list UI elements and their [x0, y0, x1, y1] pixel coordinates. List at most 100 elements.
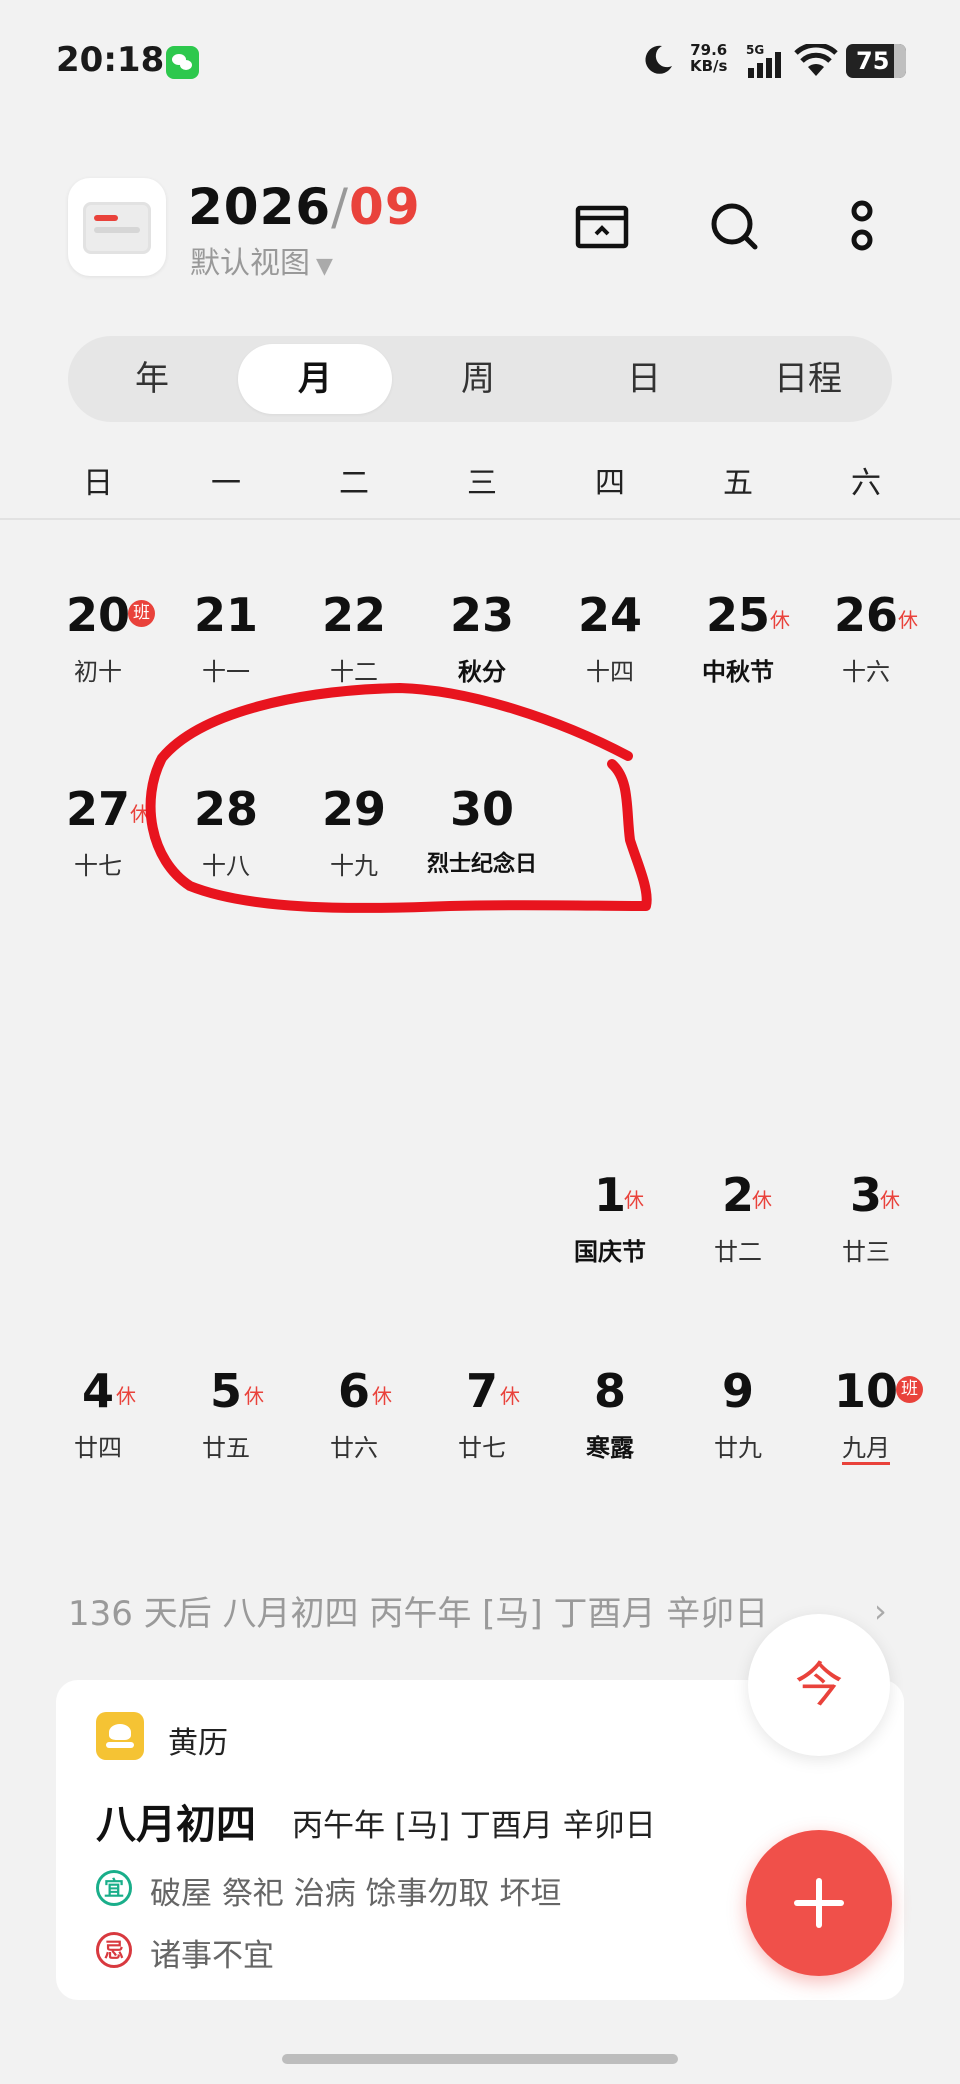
chevron-right-icon[interactable]: › [874, 1592, 887, 1630]
caret-down-icon: ▼ [316, 254, 333, 279]
holiday-badge: 休 [624, 1188, 644, 1212]
lunar-date: 寒露 [586, 1434, 634, 1462]
holiday-badge: 休 [372, 1384, 392, 1408]
lunar-date: 廿二 [714, 1238, 762, 1266]
net-speed-value: 79.6 [690, 41, 728, 59]
day-cell[interactable]: 22 十二 [290, 588, 418, 698]
lunar-date: 十七 [74, 852, 122, 880]
tab-day[interactable]: 日 [580, 344, 708, 414]
holiday-badge: 休 [898, 608, 918, 632]
almanac-ji-text: 诸事不宜 [150, 1938, 274, 1974]
day-cell[interactable]: 24 十四 [546, 588, 674, 698]
almanac-title: 黄历 [168, 1726, 228, 1761]
day-number: 28 [193, 782, 258, 836]
day-cell[interactable]: 21 十一 [162, 588, 290, 698]
day-number: 4 [81, 1364, 114, 1418]
weekday-header: 日 一 二 三 四 五 六 [34, 458, 930, 502]
holiday-badge: 休 [116, 1384, 136, 1408]
title-year: 2026 [188, 178, 332, 236]
day-cell[interactable]: 28 十八 [162, 782, 290, 892]
today-button[interactable]: 今 [748, 1614, 890, 1756]
day-cell[interactable]: 6 休 廿六 [290, 1364, 418, 1474]
lunar-date: 廿五 [202, 1434, 250, 1462]
lunar-date: 廿三 [842, 1238, 890, 1266]
add-event-button[interactable] [746, 1830, 892, 1976]
day-cell[interactable]: 7 休 廿七 [418, 1364, 546, 1474]
view-tabs: 年 月 周 日 日程 [68, 336, 892, 422]
net-speed-unit: KB/s [690, 57, 728, 75]
day-number: 23 [449, 588, 514, 642]
weekday-sun: 日 [83, 466, 113, 501]
holiday-badge: 休 [880, 1188, 900, 1212]
day-cell[interactable]: 3 休 廿三 [802, 1168, 930, 1278]
lunar-date: 初十 [74, 658, 122, 686]
lunar-date: 廿九 [714, 1434, 762, 1462]
inbox-icon[interactable] [572, 196, 632, 256]
lunar-date: 十一 [202, 658, 250, 686]
almanac-lunar-date: 八月初四 [96, 1802, 256, 1848]
wechat-icon [166, 46, 199, 79]
status-time: 20:18 [56, 40, 165, 80]
holiday-badge: 休 [752, 1188, 772, 1212]
countdown-info[interactable]: 136 天后 八月初四 丙午年 [马] 丁酉月 辛卯日 [68, 1586, 768, 1635]
day-cell[interactable]: 26 休 十六 [802, 588, 930, 698]
day-cell[interactable]: 20 班 初十 [34, 588, 162, 698]
day-cell[interactable]: 29 十九 [290, 782, 418, 892]
day-cell[interactable]: 9 廿九 [674, 1364, 802, 1474]
tab-month[interactable]: 月 [238, 344, 392, 414]
holiday-badge: 休 [244, 1384, 264, 1408]
page-title[interactable]: 2026/09 [188, 178, 421, 236]
day-number: 9 [721, 1364, 754, 1418]
net-speed: 79.6 KB/s [690, 42, 727, 74]
day-cell[interactable]: 5 休 廿五 [162, 1364, 290, 1474]
almanac-yi-text: 破屋 祭祀 治病 馀事勿取 坏垣 [150, 1876, 562, 1912]
header-divider [0, 518, 960, 520]
day-cell[interactable]: 30 烈士纪念日 [418, 782, 546, 892]
lunar-date: 廿六 [330, 1434, 378, 1462]
month-start-underline [842, 1462, 890, 1465]
more-options-icon[interactable] [832, 196, 892, 256]
title-month: 09 [349, 178, 421, 236]
battery-icon: 75 [846, 44, 906, 78]
app-logo[interactable] [68, 178, 166, 276]
view-selector[interactable]: 默认视图 ▼ [190, 238, 333, 282]
lunar-date: 廿七 [458, 1434, 506, 1462]
yi-icon: 宜 [96, 1870, 132, 1906]
home-indicator[interactable] [282, 2054, 678, 2064]
day-cell[interactable]: 2 休 廿二 [674, 1168, 802, 1278]
day-number: 24 [577, 588, 642, 642]
lunar-date: 九月 [842, 1434, 890, 1462]
search-icon[interactable] [704, 196, 764, 256]
day-number: 8 [593, 1364, 626, 1418]
day-cell[interactable]: 10 班 九月 [802, 1364, 930, 1474]
lunar-date: 十四 [586, 658, 634, 686]
day-number: 21 [193, 588, 258, 642]
wifi-icon [794, 44, 838, 76]
tab-week[interactable]: 周 [414, 344, 542, 414]
day-number: 22 [321, 588, 386, 642]
day-cell[interactable]: 1 休 国庆节 [546, 1168, 674, 1278]
day-number: 30 [449, 782, 514, 836]
lunar-date: 中秋节 [702, 658, 774, 686]
tab-schedule[interactable]: 日程 [744, 344, 872, 414]
day-number: 3 [849, 1168, 882, 1222]
day-cell[interactable]: 4 休 廿四 [34, 1364, 162, 1474]
ji-icon: 忌 [96, 1932, 132, 1968]
day-cell[interactable]: 27 休 十七 [34, 782, 162, 892]
lunar-date: 秋分 [458, 658, 506, 686]
title-separator: / [331, 178, 350, 236]
weekday-wed: 三 [467, 466, 497, 501]
almanac-ganzhi: 丙午年 [马] 丁酉月 辛卯日 [292, 1808, 656, 1844]
holiday-badge: 休 [130, 802, 150, 826]
day-cell[interactable]: 8 寒露 [546, 1364, 674, 1474]
day-cell[interactable]: 23 秋分 [418, 588, 546, 698]
lunar-date: 十六 [842, 658, 890, 686]
moon-icon [645, 45, 672, 74]
almanac-icon [96, 1712, 144, 1760]
tab-year[interactable]: 年 [88, 344, 216, 414]
day-number: 2 [721, 1168, 754, 1222]
weekday-mon: 一 [211, 466, 241, 501]
weekday-thu: 四 [595, 466, 625, 501]
holiday-badge: 休 [770, 608, 790, 632]
day-cell[interactable]: 25 休 中秋节 [674, 588, 802, 698]
